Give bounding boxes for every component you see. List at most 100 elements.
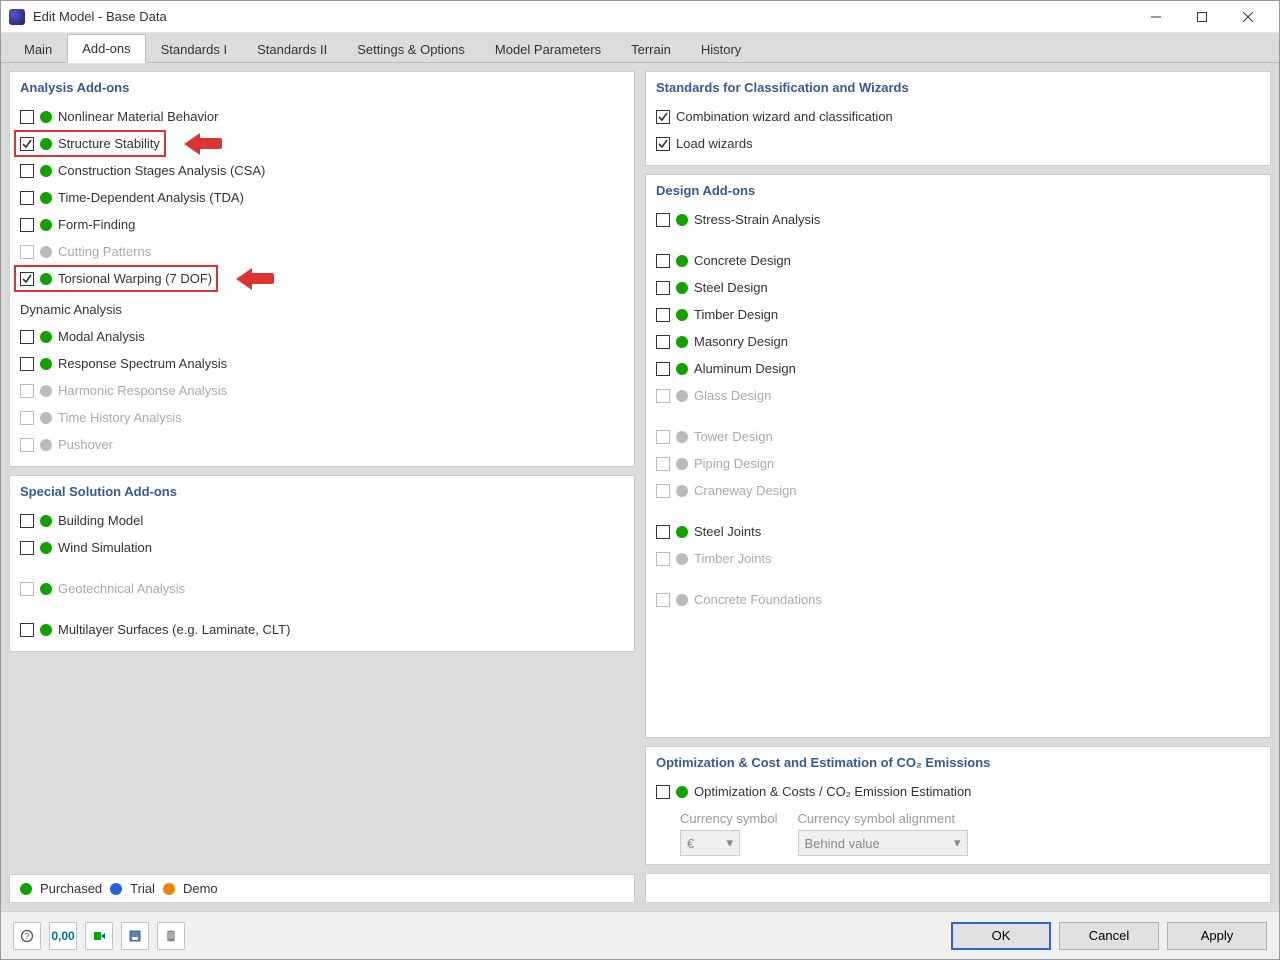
panel-title: Optimization & Cost and Estimation of CO… [656,755,1260,770]
addon-item: Timber Design [656,301,1260,328]
addon-item: Cutting Patterns [20,238,624,265]
close-button[interactable] [1225,1,1271,33]
addon-label: Response Spectrum Analysis [58,356,227,371]
checkbox[interactable] [656,213,670,227]
status-dot [676,282,688,294]
addon-label: Stress-Strain Analysis [694,212,820,227]
tab-main[interactable]: Main [9,35,67,63]
footer-bar: ? 0,00 OK Cancel Apply [1,911,1279,959]
checkbox[interactable] [20,110,34,124]
checkbox [656,389,670,403]
addon-label: Masonry Design [694,334,788,349]
titlebar: Edit Model - Base Data [1,1,1279,33]
ok-button[interactable]: OK [951,922,1051,950]
checkbox[interactable] [20,191,34,205]
maximize-button[interactable] [1179,1,1225,33]
checkbox [20,245,34,259]
checkbox[interactable] [656,525,670,539]
addon-item: Wind Simulation [20,534,624,561]
status-dot [40,165,52,177]
currency-settings-row: Currency symbol € ▾ Currency symbol alig… [680,811,1260,856]
chevron-down-icon: ▾ [726,835,733,851]
addon-item: Steel Design [656,274,1260,301]
checkbox[interactable] [656,254,670,268]
status-dot [40,331,52,343]
cancel-button[interactable]: Cancel [1059,922,1159,950]
app-icon [9,9,25,25]
apply-button[interactable]: Apply [1167,922,1267,950]
checkbox[interactable] [20,541,34,555]
status-dot [676,255,688,267]
checkbox[interactable] [20,623,34,637]
checkbox[interactable] [20,137,34,151]
addon-label: Glass Design [694,388,771,403]
status-dot [676,553,688,565]
checkbox [656,457,670,471]
checkbox [20,384,34,398]
legend-dot-trial [110,883,122,895]
addon-label: Wind Simulation [58,540,152,555]
highlighted-addon: Torsional Warping (7 DOF) [14,265,218,292]
addon-item: Form-Finding [20,211,624,238]
checkbox[interactable] [20,272,34,286]
tab-history[interactable]: History [686,35,756,63]
checkbox[interactable] [656,362,670,376]
subheading-dynamic-analysis: Dynamic Analysis [20,296,624,323]
checkbox[interactable] [20,514,34,528]
window-title: Edit Model - Base Data [33,9,1133,24]
status-dot [676,363,688,375]
status-dot [40,385,52,397]
status-dot [40,138,52,150]
panel-title: Standards for Classification and Wizards [656,80,1260,95]
legend-label-demo: Demo [183,881,218,896]
checkbox[interactable] [20,357,34,371]
addon-item: Structure Stability [20,130,624,157]
addon-label: Piping Design [694,456,774,471]
tab-terrain[interactable]: Terrain [616,35,686,63]
checkbox[interactable] [656,308,670,322]
export-button[interactable] [85,922,113,950]
checkbox[interactable] [20,218,34,232]
tab-settings-options[interactable]: Settings & Options [342,35,480,63]
copy-button[interactable] [157,922,185,950]
right-column: Standards for Classification and Wizards… [645,71,1271,903]
status-dot [40,192,52,204]
checkbox[interactable] [656,281,670,295]
currency-alignment-label: Currency symbol alignment [798,811,968,826]
addon-item: Timber Joints [656,545,1260,572]
status-dot [676,458,688,470]
addon-label: Load wizards [676,136,753,151]
checkbox[interactable] [20,164,34,178]
save-button[interactable] [121,922,149,950]
status-dot [676,786,688,798]
addon-label: Harmonic Response Analysis [58,383,227,398]
status-dot [676,336,688,348]
addon-item: Multilayer Surfaces (e.g. Laminate, CLT) [20,616,624,643]
checkbox [656,552,670,566]
checkbox[interactable] [656,110,670,124]
panel-standards-wizards: Standards for Classification and Wizards… [645,71,1271,166]
currency-symbol-select[interactable]: € ▾ [680,830,740,856]
status-dot [676,390,688,402]
checkbox[interactable] [20,330,34,344]
checkbox[interactable] [656,785,670,799]
panel-empty [645,873,1271,903]
checkbox[interactable] [656,335,670,349]
tab-addons[interactable]: Add-ons [67,34,145,63]
tab-model-parameters[interactable]: Model Parameters [480,35,616,63]
help-button[interactable]: ? [13,922,41,950]
currency-alignment-select[interactable]: Behind value ▾ [798,830,968,856]
addon-item: Steel Joints [656,518,1260,545]
tab-standards-2[interactable]: Standards II [242,35,342,63]
addon-label: Time History Analysis [58,410,182,425]
addon-item: Nonlinear Material Behavior [20,103,624,130]
minimize-button[interactable] [1133,1,1179,33]
units-button[interactable]: 0,00 [49,922,77,950]
legend-label-purchased: Purchased [40,881,102,896]
tab-standards-1[interactable]: Standards I [146,35,243,63]
checkbox[interactable] [656,137,670,151]
addon-item: Load wizards [656,130,1260,157]
tabs-bar: Main Add-ons Standards I Standards II Se… [1,33,1279,63]
addon-item: Modal Analysis [20,323,624,350]
addon-item: Time-Dependent Analysis (TDA) [20,184,624,211]
